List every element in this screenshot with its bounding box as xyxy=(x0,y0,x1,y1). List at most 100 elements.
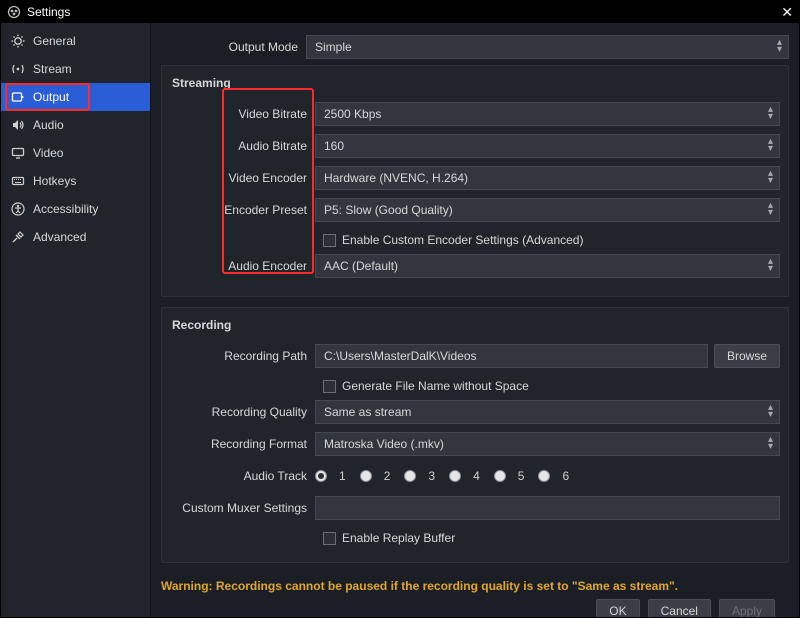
tools-icon xyxy=(11,230,25,244)
audio-track-group: 1 2 3 4 5 6 xyxy=(315,469,780,483)
recording-title: Recording xyxy=(172,318,780,332)
audio-track-radio-5[interactable] xyxy=(494,470,506,482)
recording-format-label: Recording Format xyxy=(170,437,315,451)
audio-track-radio-2[interactable] xyxy=(360,470,372,482)
recording-path-label: Recording Path xyxy=(170,349,315,363)
sidebar-item-hotkeys[interactable]: Hotkeys xyxy=(1,167,150,195)
sidebar-item-accessibility[interactable]: Accessibility xyxy=(1,195,150,223)
footer: OK Cancel Apply xyxy=(161,595,789,617)
chevron-updown-icon: ▴▾ xyxy=(768,258,773,272)
audio-track-label-1: 1 xyxy=(339,469,346,483)
sidebar-item-output[interactable]: Output xyxy=(1,83,150,111)
output-mode-row: Output Mode Simple ▴▾ xyxy=(161,33,789,61)
speaker-icon xyxy=(11,118,25,132)
sidebar-item-label: Hotkeys xyxy=(33,174,76,188)
recording-quality-select[interactable]: Same as stream ▴▾ xyxy=(315,400,780,424)
accessibility-icon xyxy=(11,202,25,216)
settings-window: Settings ✕ General Stream Output Audio xyxy=(0,0,800,618)
sidebar-item-label: Audio xyxy=(33,118,64,132)
close-icon[interactable]: ✕ xyxy=(781,4,793,21)
content-panel: Output Mode Simple ▴▾ Streaming Video Bi… xyxy=(151,23,799,617)
audio-track-label-2: 2 xyxy=(384,469,391,483)
sidebar-item-label: Output xyxy=(33,90,69,104)
chevron-updown-icon: ▴▾ xyxy=(768,138,773,152)
sidebar-item-video[interactable]: Video xyxy=(1,139,150,167)
audio-track-radio-1[interactable] xyxy=(315,470,327,482)
ok-button[interactable]: OK xyxy=(596,599,639,617)
sidebar-item-audio[interactable]: Audio xyxy=(1,111,150,139)
recording-format-value: Matroska Video (.mkv) xyxy=(324,437,444,451)
custom-encoder-checkbox[interactable] xyxy=(323,234,336,247)
generate-filename-checkbox[interactable] xyxy=(323,380,336,393)
encoder-preset-select[interactable]: P5: Slow (Good Quality) ▴▾ xyxy=(315,198,780,222)
audio-bitrate-value: 160 xyxy=(324,139,344,153)
chevron-updown-icon: ▴▾ xyxy=(777,39,782,53)
output-mode-value: Simple xyxy=(315,40,352,54)
titlebar: Settings ✕ xyxy=(1,1,799,23)
browse-button[interactable]: Browse xyxy=(714,344,780,368)
video-encoder-value: Hardware (NVENC, H.264) xyxy=(324,171,468,185)
monitor-icon xyxy=(11,146,25,160)
recording-path-input[interactable]: C:\Users\MasterDalK\Videos xyxy=(315,344,708,368)
muxer-input[interactable] xyxy=(315,496,780,520)
chevron-updown-icon: ▴▾ xyxy=(768,170,773,184)
audio-encoder-label: Audio Encoder xyxy=(170,259,315,273)
recording-quality-value: Same as stream xyxy=(324,405,411,419)
sidebar-item-stream[interactable]: Stream xyxy=(1,55,150,83)
gear-icon xyxy=(11,34,25,48)
sidebar-item-label: Accessibility xyxy=(33,202,98,216)
apply-button[interactable]: Apply xyxy=(719,599,775,617)
output-mode-label: Output Mode xyxy=(161,40,306,54)
video-bitrate-input[interactable]: 2500 Kbps ▴▾ xyxy=(315,102,780,126)
audio-track-label-6: 6 xyxy=(562,469,569,483)
video-bitrate-label: Video Bitrate xyxy=(170,107,315,121)
replay-buffer-label: Enable Replay Buffer xyxy=(342,531,455,545)
sidebar-item-label: Advanced xyxy=(33,230,86,244)
audio-track-label: Audio Track xyxy=(170,469,315,483)
chevron-updown-icon: ▴▾ xyxy=(768,404,773,418)
custom-encoder-row: Enable Custom Encoder Settings (Advanced… xyxy=(170,228,780,252)
spinner-icon[interactable]: ▴▾ xyxy=(768,106,773,120)
streaming-title: Streaming xyxy=(172,76,780,90)
output-mode-select[interactable]: Simple ▴▾ xyxy=(306,35,789,59)
audio-bitrate-select[interactable]: 160 ▴▾ xyxy=(315,134,780,158)
audio-bitrate-label: Audio Bitrate xyxy=(170,139,315,153)
audio-encoder-select[interactable]: AAC (Default) ▴▾ xyxy=(315,254,780,278)
recording-section: Recording Recording Path C:\Users\Master… xyxy=(161,307,789,563)
cancel-button[interactable]: Cancel xyxy=(648,599,711,617)
sidebar-item-general[interactable]: General xyxy=(1,27,150,55)
keyboard-icon xyxy=(11,174,25,188)
sidebar-item-label: Video xyxy=(33,146,63,160)
video-encoder-label: Video Encoder xyxy=(170,171,315,185)
audio-track-radio-6[interactable] xyxy=(538,470,550,482)
recording-quality-label: Recording Quality xyxy=(170,405,315,419)
window-title: Settings xyxy=(27,5,70,19)
replay-buffer-checkbox[interactable] xyxy=(323,532,336,545)
recording-format-select[interactable]: Matroska Video (.mkv) ▴▾ xyxy=(315,432,780,456)
audio-encoder-value: AAC (Default) xyxy=(324,259,398,273)
sidebar-item-label: Stream xyxy=(33,62,72,76)
audio-track-label-4: 4 xyxy=(473,469,480,483)
recording-path-value: C:\Users\MasterDalK\Videos xyxy=(324,349,477,363)
chevron-updown-icon: ▴▾ xyxy=(768,436,773,450)
video-encoder-select[interactable]: Hardware (NVENC, H.264) ▴▾ xyxy=(315,166,780,190)
audio-track-radio-4[interactable] xyxy=(449,470,461,482)
muxer-label: Custom Muxer Settings xyxy=(170,501,315,515)
sidebar-item-advanced[interactable]: Advanced xyxy=(1,223,150,251)
sidebar: General Stream Output Audio Video Hotkey… xyxy=(1,23,151,617)
generate-filename-label: Generate File Name without Space xyxy=(342,379,529,393)
app-icon xyxy=(7,5,21,19)
antenna-icon xyxy=(11,62,25,76)
sidebar-item-label: General xyxy=(33,34,76,48)
warning-text: Warning: Recordings cannot be paused if … xyxy=(161,573,789,595)
encoder-preset-label: Encoder Preset xyxy=(170,203,315,217)
custom-encoder-label: Enable Custom Encoder Settings (Advanced… xyxy=(342,233,583,247)
audio-track-label-5: 5 xyxy=(518,469,525,483)
chevron-updown-icon: ▴▾ xyxy=(768,202,773,216)
audio-track-radio-3[interactable] xyxy=(404,470,416,482)
streaming-section: Streaming Video Bitrate 2500 Kbps ▴▾ Audi… xyxy=(161,65,789,297)
video-bitrate-value: 2500 Kbps xyxy=(324,107,381,121)
encoder-preset-value: P5: Slow (Good Quality) xyxy=(324,203,453,217)
output-icon xyxy=(11,90,25,104)
audio-track-label-3: 3 xyxy=(428,469,435,483)
